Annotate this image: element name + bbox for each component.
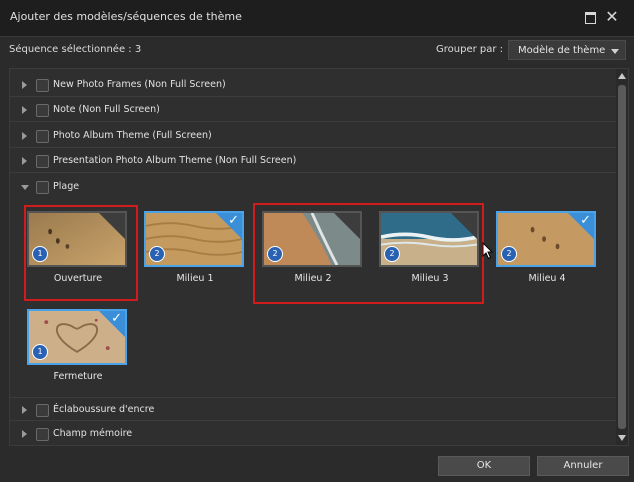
group-label: Note (Non Full Screen) (53, 104, 160, 115)
group-checkbox[interactable] (36, 181, 49, 194)
scroll-up-icon[interactable] (618, 73, 626, 79)
sequence-caption: Fermeture (53, 371, 103, 382)
expand-arrow-icon[interactable] (22, 157, 27, 165)
order-badge: 2 (149, 246, 165, 262)
group-row-photo-album-theme[interactable]: Photo Album Theme (Full Screen) (10, 124, 616, 148)
sequence-caption: Milieu 4 (528, 273, 566, 284)
maximize-icon[interactable] (582, 9, 598, 25)
group-label: Éclaboussure d'encre (53, 404, 155, 415)
group-by-value: Modèle de thème (518, 45, 606, 56)
scroll-down-icon[interactable] (618, 435, 626, 441)
vertical-scrollbar[interactable] (616, 69, 628, 445)
expand-arrow-icon[interactable] (22, 132, 27, 140)
window-title: Ajouter des modèles/séquences de thème (10, 10, 242, 23)
ok-button[interactable]: OK (438, 456, 530, 476)
thumbnail[interactable]: ✓ 2 (144, 211, 244, 267)
selected-count-text: Séquence sélectionnée : 3 (9, 44, 142, 55)
group-label: Photo Album Theme (Full Screen) (53, 130, 212, 141)
theme-list-panel: New Photo Frames (Non Full Screen) Note … (9, 68, 629, 446)
group-checkbox[interactable] (36, 155, 49, 168)
toolbar: Séquence sélectionnée : 3 Grouper par : … (0, 36, 634, 66)
group-by-label: Grouper par : (436, 44, 504, 55)
chevron-down-icon (611, 49, 619, 54)
group-checkbox[interactable] (36, 104, 49, 117)
group-row-champ-memoire[interactable]: Champ mémoire (10, 422, 616, 445)
group-by-dropdown[interactable]: Modèle de thème (508, 40, 626, 60)
group-label: Presentation Photo Album Theme (Non Full… (53, 155, 297, 166)
thumbnail[interactable]: ✓ 2 (496, 211, 596, 267)
group-label: New Photo Frames (Non Full Screen) (53, 79, 226, 90)
cancel-button[interactable]: Annuler (537, 456, 629, 476)
thumbnail[interactable]: ✓ 1 (27, 309, 127, 365)
sequence-caption: Milieu 1 (176, 273, 214, 284)
group-label: Champ mémoire (53, 428, 133, 439)
group-row-eclaboussure[interactable]: Éclaboussure d'encre (10, 397, 616, 421)
checkmark-icon: ✓ (580, 213, 591, 228)
scroll-thumb[interactable] (618, 85, 626, 429)
group-checkbox[interactable] (36, 79, 49, 92)
expand-arrow-icon[interactable] (22, 81, 27, 89)
group-row-presentation-photo-album[interactable]: Presentation Photo Album Theme (Non Full… (10, 149, 616, 173)
expand-arrow-icon[interactable] (22, 430, 27, 438)
group-row-new-photo-frames[interactable]: New Photo Frames (Non Full Screen) (10, 73, 616, 97)
sequence-item-milieu-4[interactable]: ✓ 2 Milieu 4 (492, 207, 602, 299)
checkmark-icon: ✓ (228, 213, 239, 228)
group-checkbox[interactable] (36, 404, 49, 417)
close-icon[interactable]: ✕ (604, 9, 620, 25)
expand-arrow-icon[interactable] (22, 406, 27, 414)
highlight-box-milieu-2-3 (253, 203, 484, 304)
sequence-item-fermeture[interactable]: ✓ 1 Fermeture (23, 305, 133, 397)
group-row-plage[interactable]: Plage (10, 175, 616, 199)
group-checkbox[interactable] (36, 130, 49, 143)
mouse-cursor-icon (482, 242, 494, 260)
expand-arrow-icon[interactable] (22, 106, 27, 114)
sequence-item-milieu-1[interactable]: ✓ 2 Milieu 1 (140, 207, 250, 299)
group-row-note[interactable]: Note (Non Full Screen) (10, 98, 616, 122)
order-badge: 1 (32, 344, 48, 360)
checkmark-icon: ✓ (111, 311, 122, 326)
group-label: Plage (53, 181, 80, 192)
highlight-box-ouverture (24, 205, 138, 301)
order-badge: 2 (501, 246, 517, 262)
title-bar: Ajouter des modèles/séquences de thème ✕ (0, 0, 634, 37)
collapse-arrow-icon[interactable] (21, 185, 29, 190)
group-checkbox[interactable] (36, 428, 49, 441)
